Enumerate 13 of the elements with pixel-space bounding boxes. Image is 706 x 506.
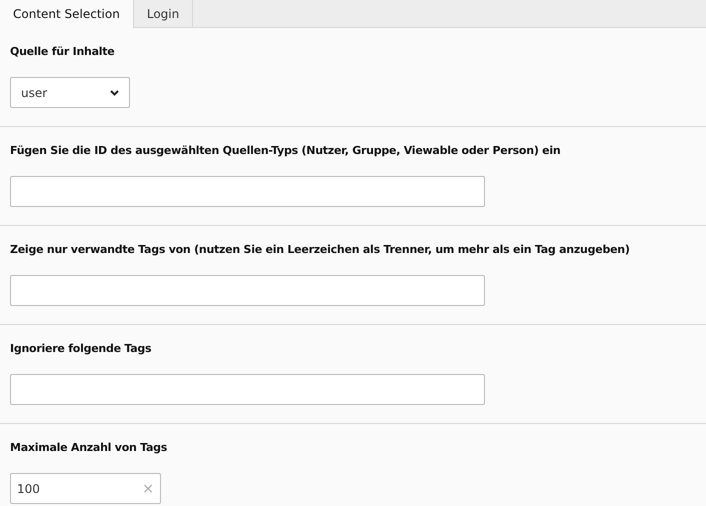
number-input-field[interactable]: 100 × (10, 473, 161, 504)
tab[interactable]: Login (134, 0, 194, 28)
field-label: Quelle für Inhalte (10, 44, 116, 60)
field-label: Ignoriere folgende Tags (10, 341, 152, 357)
text-input-field[interactable] (10, 275, 485, 306)
field-label: Zeige nur verwandte Tags von (nutzen Sie ein Leerzeichen als Trenner, um mehr als ein Tag anzugeben) (10, 242, 631, 258)
source-dropdown[interactable]: user (10, 77, 130, 108)
text-input-field[interactable] (10, 374, 485, 405)
tab[interactable]: Content Selection (0, 0, 134, 28)
field-label: Maximale Anzahl von Tags (10, 440, 168, 456)
chevron-down-icon (110, 90, 119, 96)
field-label: Fügen Sie die ID des ausgewählten Quellen-Typs (Nutzer, Gruppe, Viewable oder Person) ein (10, 143, 562, 159)
text-input-field[interactable] (10, 176, 485, 207)
